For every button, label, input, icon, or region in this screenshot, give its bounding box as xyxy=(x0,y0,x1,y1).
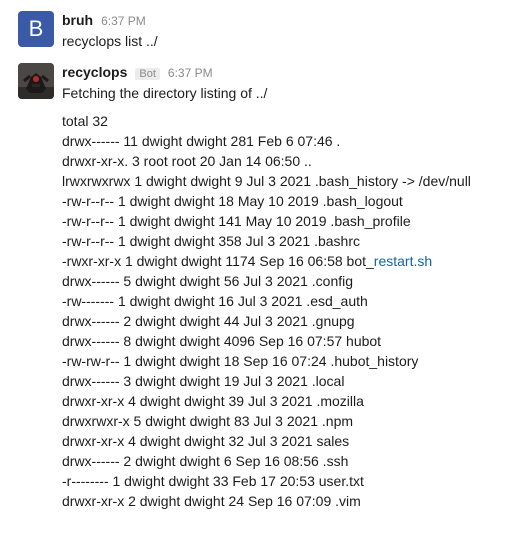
avatar-bruh[interactable]: B xyxy=(18,11,54,47)
username[interactable]: bruh xyxy=(62,12,93,28)
avatar-recyclops[interactable] xyxy=(18,63,54,99)
avatar-letter: B xyxy=(28,16,44,41)
listing-line: drwx------ 2 dwight dwight 44 Jul 3 2021… xyxy=(62,313,355,329)
listing-line: total 32 xyxy=(62,113,108,129)
timestamp[interactable]: 6:37 PM xyxy=(101,14,146,28)
listing-line: -rw------- 1 dwight dwight 16 Jul 3 2021… xyxy=(62,293,368,309)
listing-line: drwx------ 2 dwight dwight 6 Sep 16 08:5… xyxy=(62,453,349,469)
message-header: bruh 6:37 PM xyxy=(62,12,146,28)
listing-line: drwxr-xr-x 4 dwight dwight 32 Jul 3 2021… xyxy=(62,433,350,449)
listing-line: drwxr-xr-x 2 dwight dwight 24 Sep 16 07:… xyxy=(62,493,361,509)
robot-icon xyxy=(18,63,54,99)
message-header: recyclops Bot 6:37 PM xyxy=(62,64,213,80)
restart-script-link[interactable]: restart.sh xyxy=(374,253,432,269)
listing-line: drwx------ 11 dwight dwight 281 Feb 6 07… xyxy=(62,133,341,149)
listing-line: lrwxrwxrwx 1 dwight dwight 9 Jul 3 2021 … xyxy=(62,173,471,189)
listing-line: -rw-rw-r-- 1 dwight dwight 18 Sep 16 07:… xyxy=(62,353,419,369)
timestamp[interactable]: 6:37 PM xyxy=(168,66,213,80)
message-text: Fetching the directory listing of ../ xyxy=(62,85,268,101)
directory-listing: total 32 drwx------ 11 dwight dwight 281… xyxy=(62,111,471,511)
listing-line: -rw-r--r-- 1 dwight dwight 358 Jul 3 202… xyxy=(62,233,361,249)
listing-line: -rw-r--r-- 1 dwight dwight 18 May 10 201… xyxy=(62,193,403,209)
bot-badge: Bot xyxy=(135,68,160,80)
listing-line: drwx------ 3 dwight dwight 19 Jul 3 2021… xyxy=(62,373,345,389)
message-text: recyclops list ../ xyxy=(62,33,158,49)
listing-line: drwx------ 8 dwight dwight 4096 Sep 16 0… xyxy=(62,333,382,349)
listing-line: -rw-r--r-- 1 dwight dwight 141 May 10 20… xyxy=(62,213,411,229)
listing-line: -rwxr-xr-x 1 dwight dwight 1174 Sep 16 0… xyxy=(62,253,433,269)
listing-line: -r-------- 1 dwight dwight 33 Feb 17 20:… xyxy=(62,473,364,489)
listing-line: drwxr-xr-x. 3 root root 20 Jan 14 06:50 … xyxy=(62,153,312,169)
listing-line: drwxrwxr-x 5 dwight dwight 83 Jul 3 2021… xyxy=(62,413,354,429)
listing-line: drwx------ 5 dwight dwight 56 Jul 3 2021… xyxy=(62,273,354,289)
username[interactable]: recyclops xyxy=(62,64,127,80)
listing-line: drwxr-xr-x 4 dwight dwight 39 Jul 3 2021… xyxy=(62,393,364,409)
